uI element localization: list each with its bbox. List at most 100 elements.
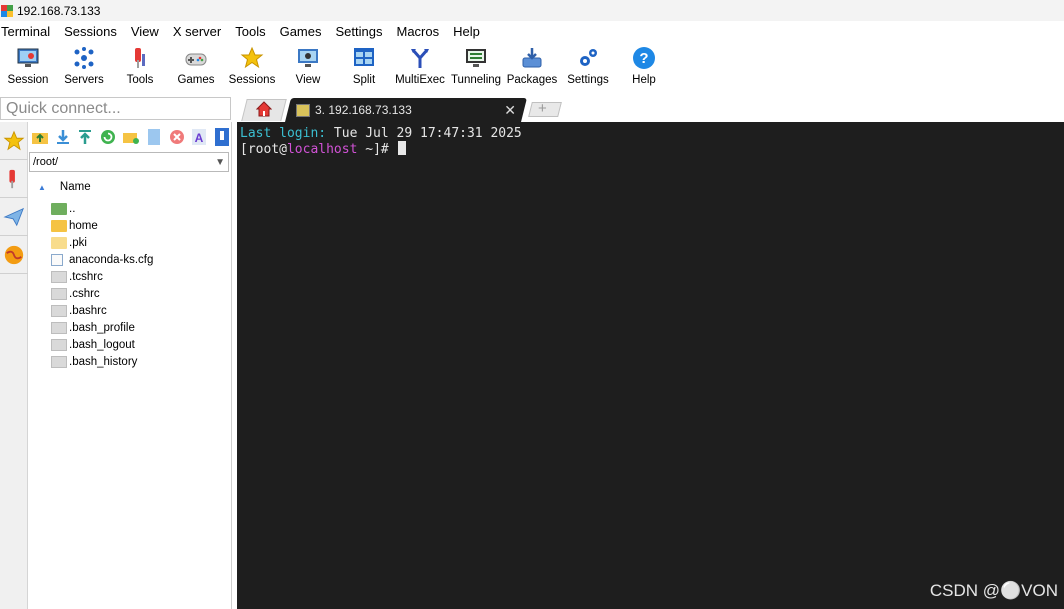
properties-button[interactable]	[213, 128, 231, 146]
strip-sessions-button[interactable]	[0, 122, 28, 160]
properties-icon	[215, 128, 230, 146]
file-row-anaconda-cfg[interactable]: anaconda-ks.cfg	[28, 251, 231, 268]
prompt-open: [root@	[240, 142, 287, 157]
last-login-label: Last login:	[240, 126, 327, 141]
new-file-button[interactable]	[145, 128, 163, 146]
session-button[interactable]: Session	[0, 42, 56, 94]
file-icon	[51, 355, 67, 368]
menu-games[interactable]: Games	[273, 24, 329, 39]
file-name: ..	[69, 202, 76, 215]
rename-icon: A	[192, 129, 207, 145]
tab-close-icon[interactable]: ✕	[504, 102, 516, 119]
folder-icon	[51, 219, 67, 232]
file-row-bashrc[interactable]: .bashrc	[28, 302, 231, 319]
menu-view[interactable]: View	[124, 24, 166, 39]
menu-macros[interactable]: Macros	[389, 24, 446, 39]
new-file-icon	[147, 129, 160, 145]
split-label: Split	[352, 74, 376, 86]
file-name: .bashrc	[69, 304, 107, 317]
download-button[interactable]	[54, 128, 72, 146]
upload-button[interactable]	[77, 128, 95, 146]
rename-button[interactable]: A	[190, 128, 208, 146]
split-button[interactable]: Split	[336, 42, 392, 94]
file-name: .tcshrc	[69, 270, 103, 283]
hidden-folder-icon	[51, 236, 67, 249]
monitor-icon	[15, 45, 41, 71]
tools-button[interactable]: Tools	[112, 42, 168, 94]
refresh-button[interactable]	[99, 128, 117, 146]
file-name: .bash_logout	[69, 338, 135, 351]
view-button[interactable]: View	[280, 42, 336, 94]
file-row-bash-history[interactable]: .bash_history	[28, 353, 231, 370]
menu-terminal[interactable]: Terminal	[0, 24, 57, 39]
help-button[interactable]: ? Help	[616, 42, 672, 94]
terminal-cursor	[397, 141, 406, 155]
help-label: Help	[632, 74, 656, 86]
file-icon	[51, 287, 67, 300]
view-label: View	[295, 74, 321, 86]
file-row-cshrc[interactable]: .cshrc	[28, 285, 231, 302]
strip-macros-button[interactable]	[0, 198, 28, 236]
window-title: 192.168.73.133	[17, 3, 101, 18]
file-row-tcshrc[interactable]: .tcshrc	[28, 268, 231, 285]
multiexec-button[interactable]: MultiExec	[392, 42, 448, 94]
gamepad-icon	[183, 45, 209, 71]
file-name: anaconda-ks.cfg	[69, 253, 154, 266]
gears-icon	[575, 45, 601, 71]
tab-session-content: 3. 192.168.73.133 ✕	[296, 101, 520, 119]
prompt-line: [root@localhost ~]#	[240, 141, 1064, 157]
file-icon	[51, 338, 67, 351]
sftp-sidebar: A /root/ ▼ ▲ Name .. home .pki anaconda-…	[28, 122, 232, 609]
file-row-parent[interactable]: ..	[28, 200, 231, 217]
refresh-icon	[101, 130, 116, 144]
menu-sessions[interactable]: Sessions	[57, 24, 124, 39]
prompt-host: localhost	[286, 142, 358, 157]
star-icon	[239, 45, 265, 71]
file-icon	[51, 304, 67, 317]
remote-path-select[interactable]: /root/ ▼	[29, 152, 229, 172]
delete-button[interactable]	[168, 128, 186, 146]
file-name: .bash_history	[69, 355, 138, 368]
new-folder-button[interactable]	[122, 128, 140, 146]
multiexec-icon	[407, 45, 433, 71]
parent-folder-button[interactable]	[31, 128, 49, 146]
tunneling-button[interactable]: Tunneling	[448, 42, 504, 94]
file-row-pki[interactable]: .pki	[28, 234, 231, 251]
file-name: .bash_profile	[69, 321, 135, 334]
servers-label: Servers	[64, 74, 104, 86]
file-row-bash-logout[interactable]: .bash_logout	[28, 336, 231, 353]
remote-path-value: /root/	[33, 156, 59, 168]
split-icon	[351, 45, 377, 71]
packages-button[interactable]: Packages	[504, 42, 560, 94]
home-icon	[256, 101, 272, 117]
terminal-pane[interactable]: Last login: Tue Jul 29 17:47:31 2025 [ro…	[237, 122, 1064, 609]
menu-help[interactable]: Help	[446, 24, 487, 39]
last-login-value: Tue Jul 29 17:47:31 2025	[326, 126, 522, 141]
svg-text:?: ?	[639, 50, 648, 67]
tools-label: Tools	[126, 74, 154, 86]
file-row-home[interactable]: home	[28, 217, 231, 234]
settings-button[interactable]: Settings	[560, 42, 616, 94]
config-file-icon	[51, 253, 63, 266]
menu-bar: Terminal Sessions View X server Tools Ga…	[0, 21, 1064, 42]
tab-session-label: 3. 192.168.73.133	[315, 103, 412, 117]
last-login-line: Last login: Tue Jul 29 17:47:31 2025	[240, 126, 1064, 141]
left-side-strip	[0, 122, 28, 609]
delete-icon	[169, 130, 184, 144]
sessions-button[interactable]: Sessions	[224, 42, 280, 94]
ssh-key-icon	[296, 103, 310, 117]
strip-tools-button[interactable]	[0, 160, 28, 198]
globe-icon	[4, 245, 24, 264]
menu-x-server[interactable]: X server	[166, 24, 228, 39]
menu-tools[interactable]: Tools	[228, 24, 272, 39]
servers-button[interactable]: Servers	[56, 42, 112, 94]
file-list-header[interactable]: ▲ Name	[28, 176, 231, 198]
packages-label: Packages	[506, 74, 558, 86]
title-bar: 192.168.73.133	[0, 0, 1064, 21]
games-button[interactable]: Games	[168, 42, 224, 94]
file-row-bash-profile[interactable]: .bash_profile	[28, 319, 231, 336]
tab-bar: 3. 192.168.73.133 ✕ +	[236, 97, 1064, 122]
menu-settings[interactable]: Settings	[329, 24, 390, 39]
quick-connect-input[interactable]: Quick connect...	[0, 97, 231, 120]
strip-sftp-button[interactable]	[0, 236, 28, 274]
